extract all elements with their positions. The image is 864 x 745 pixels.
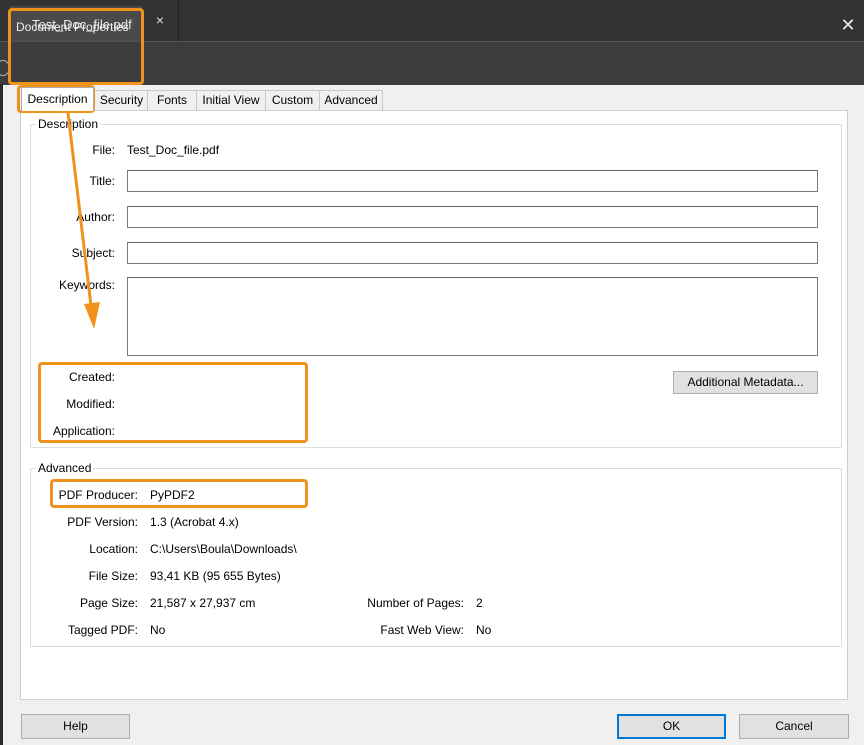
cancel-button[interactable]: Cancel	[739, 714, 849, 739]
number-of-pages-label: Number of Pages:	[367, 596, 464, 610]
tab-description[interactable]: Description	[21, 87, 94, 111]
tab-bar-divider	[178, 0, 179, 41]
file-size-value: 93,41 KB (95 655 Bytes)	[150, 569, 281, 583]
fast-web-view-label: Fast Web View:	[380, 623, 464, 637]
created-label: Created:	[68, 370, 115, 384]
pdf-version-value: 1.3 (Acrobat 4.x)	[150, 515, 239, 529]
additional-metadata-button[interactable]: Additional Metadata...	[673, 371, 818, 394]
fast-web-view-value: No	[476, 623, 492, 637]
dialog-titlebar	[0, 41, 864, 85]
page-size-value: 21,587 x 27,937 cm	[150, 596, 256, 610]
title-label: Title:	[89, 174, 115, 188]
ok-button[interactable]: OK	[617, 714, 726, 739]
modified-label: Modified:	[66, 397, 115, 411]
advanced-legend: Advanced	[36, 461, 94, 475]
file-value: Test_Doc_file.pdf	[127, 143, 220, 157]
number-of-pages-value: 2	[476, 596, 483, 610]
pdf-producer-label: PDF Producer:	[58, 488, 138, 502]
tagged-pdf-value: No	[150, 623, 166, 637]
keywords-field[interactable]	[127, 277, 818, 356]
description-legend: Description	[36, 117, 101, 131]
file-label: File:	[92, 143, 115, 157]
location-label: Location:	[89, 542, 138, 556]
left-window-edge	[0, 84, 3, 745]
subject-label: Subject:	[71, 246, 115, 260]
subject-field[interactable]	[127, 242, 818, 264]
dialog-close-icon[interactable]: ✕	[838, 15, 858, 35]
tab-close-icon[interactable]: ×	[150, 10, 170, 30]
author-field[interactable]	[127, 206, 818, 228]
tab-initial-view[interactable]: Initial View	[196, 90, 266, 110]
tab-advanced[interactable]: Advanced	[319, 90, 383, 110]
dialog-title: Document Properties	[16, 20, 129, 34]
title-field[interactable]	[127, 170, 818, 192]
page-size-label: Page Size:	[79, 596, 138, 610]
tagged-pdf-label: Tagged PDF:	[67, 623, 138, 637]
pdf-version-label: PDF Version:	[67, 515, 138, 529]
location-value: C:\Users\Boula\Downloads\	[150, 542, 297, 556]
tab-custom[interactable]: Custom	[265, 90, 320, 110]
tab-security[interactable]: Security	[94, 90, 149, 110]
keywords-label: Keywords:	[58, 278, 115, 292]
pdf-producer-value: PyPDF2	[150, 488, 195, 502]
application-label: Application:	[52, 424, 115, 438]
author-label: Author:	[76, 210, 115, 224]
file-size-label: File Size:	[88, 569, 138, 583]
help-button[interactable]: Help	[21, 714, 130, 739]
tab-fonts[interactable]: Fonts	[147, 90, 197, 110]
